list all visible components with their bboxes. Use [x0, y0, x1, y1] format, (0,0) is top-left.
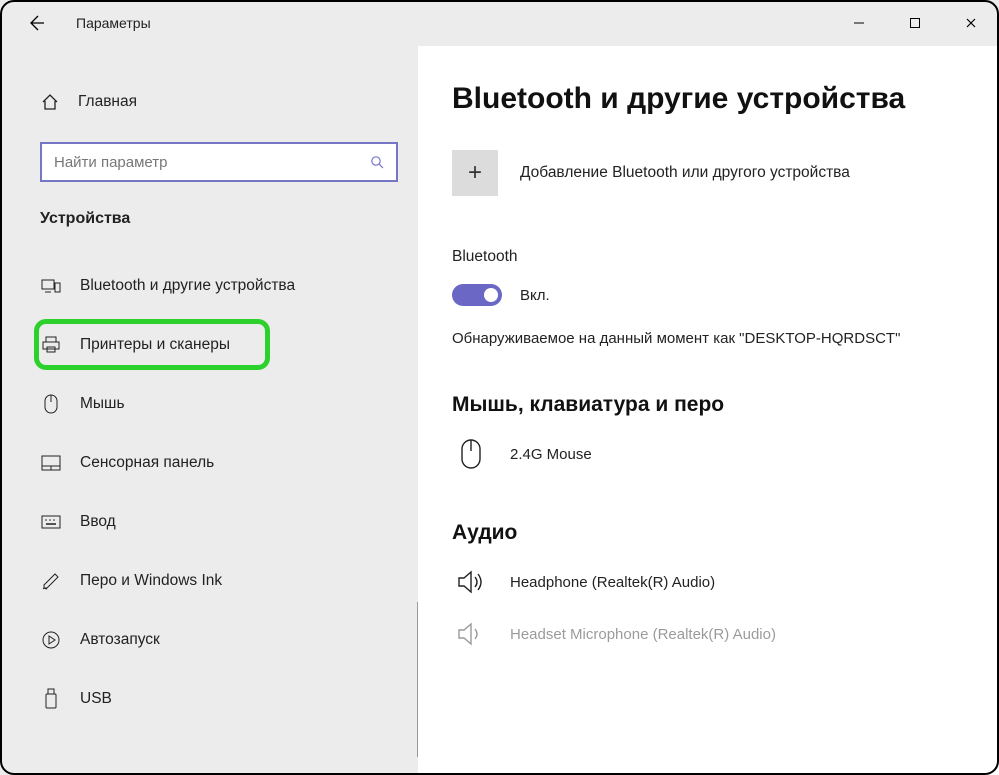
sidebar-divider — [417, 602, 418, 757]
sidebar-item-pen[interactable]: Перо и Windows Ink — [0, 551, 400, 610]
sidebar-item-label: Перо и Windows Ink — [80, 572, 222, 590]
sidebar-item-label: Мышь — [80, 395, 125, 413]
device-row[interactable]: 2.4G Mouse — [452, 431, 975, 477]
speaker-icon — [452, 563, 490, 601]
search-input-wrapper[interactable] — [40, 142, 398, 182]
sidebar-item-mouse[interactable]: Мышь — [0, 374, 400, 433]
plus-icon: + — [452, 150, 498, 196]
sidebar-item-label: Принтеры и сканеры — [80, 336, 230, 354]
sidebar-item-printers[interactable]: Принтеры и сканеры — [0, 315, 400, 374]
sidebar-item-label: Bluetooth и другие устройства — [80, 277, 295, 295]
bluetooth-toggle[interactable] — [452, 284, 502, 306]
mouse-icon — [452, 435, 490, 473]
devices-icon — [40, 275, 62, 297]
titlebar: Параметры — [0, 0, 999, 46]
bluetooth-toggle-state: Вкл. — [520, 287, 550, 304]
main-content: Bluetooth и другие устройства + Добавлен… — [418, 46, 999, 775]
sidebar-item-bluetooth[interactable]: Bluetooth и другие устройства — [0, 256, 400, 315]
sidebar-category: Устройства — [40, 210, 400, 228]
device-label: 2.4G Mouse — [510, 446, 592, 463]
close-button[interactable] — [943, 1, 999, 45]
audio-section-heading: Аудио — [452, 521, 975, 545]
printer-icon — [40, 334, 62, 356]
add-device-button[interactable]: + Добавление Bluetooth или другого устро… — [452, 150, 975, 196]
discoverable-text: Обнаруживаемое на данный момент как "DES… — [452, 328, 912, 349]
sidebar-item-label: Автозапуск — [80, 631, 160, 649]
sidebar-item-usb[interactable]: USB — [0, 669, 400, 728]
maximize-button[interactable] — [887, 1, 943, 45]
sidebar-item-touchpad[interactable]: Сенсорная панель — [0, 433, 400, 492]
speaker-icon — [452, 615, 490, 653]
device-row[interactable]: Headset Microphone (Realtek(R) Audio) — [452, 611, 975, 657]
add-device-label: Добавление Bluetooth или другого устройс… — [520, 164, 850, 182]
minimize-button[interactable] — [831, 1, 887, 45]
touchpad-icon — [40, 452, 62, 474]
mouse-section-heading: Мышь, клавиатура и перо — [452, 393, 975, 417]
device-label: Headphone (Realtek(R) Audio) — [510, 574, 715, 591]
device-row[interactable]: Headphone (Realtek(R) Audio) — [452, 559, 975, 605]
app-title: Параметры — [76, 15, 151, 31]
page-title: Bluetooth и другие устройства — [452, 82, 975, 116]
sidebar-nav: Bluetooth и другие устройства Принтеры и… — [0, 256, 400, 728]
sidebar-item-label: USB — [80, 690, 112, 708]
search-input[interactable] — [54, 154, 370, 171]
home-link[interactable]: Главная — [40, 84, 400, 120]
usb-icon — [40, 688, 62, 710]
window-controls — [831, 1, 999, 45]
autoplay-icon — [40, 629, 62, 651]
mouse-icon — [40, 393, 62, 415]
sidebar-item-typing[interactable]: Ввод — [0, 492, 400, 551]
device-label: Headset Microphone (Realtek(R) Audio) — [510, 626, 776, 643]
sidebar-item-label: Ввод — [80, 513, 116, 531]
sidebar: Главная Устройства Bluetooth и другие ус… — [0, 46, 418, 775]
search-icon — [370, 155, 384, 169]
bluetooth-section-label: Bluetooth — [452, 248, 975, 266]
back-button[interactable] — [14, 1, 58, 45]
sidebar-item-label: Сенсорная панель — [80, 454, 214, 472]
pen-icon — [40, 570, 62, 592]
home-label: Главная — [78, 93, 137, 111]
keyboard-icon — [40, 511, 62, 533]
arrow-left-icon — [26, 13, 46, 33]
home-icon — [40, 92, 60, 112]
sidebar-item-autoplay[interactable]: Автозапуск — [0, 610, 400, 669]
